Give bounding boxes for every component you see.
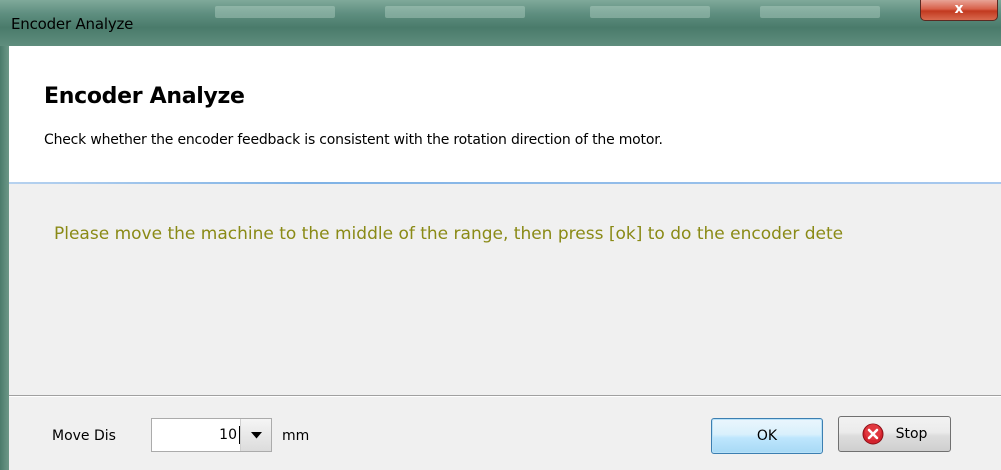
window-title: Encoder Analyze bbox=[11, 15, 134, 33]
header-panel: Encoder Analyze Check whether the encode… bbox=[9, 46, 1001, 182]
chevron-down-icon bbox=[250, 431, 262, 438]
unit-label: mm bbox=[282, 428, 310, 444]
page-title: Encoder Analyze bbox=[44, 84, 245, 109]
move-dis-combobox[interactable]: 10 bbox=[151, 418, 272, 452]
header-separator bbox=[9, 182, 1001, 184]
window-frame-left bbox=[0, 46, 9, 470]
ok-button[interactable]: OK bbox=[711, 418, 823, 454]
stop-button-label: Stop bbox=[895, 426, 928, 442]
close-button[interactable]: x bbox=[920, 0, 998, 21]
move-dis-value[interactable]: 10 bbox=[219, 427, 237, 443]
instruction-message: Please move the machine to the middle of… bbox=[54, 224, 844, 244]
move-dis-label: Move Dis bbox=[52, 428, 116, 444]
ok-button-label: OK bbox=[756, 428, 778, 444]
title-bar: Encoder Analyze x bbox=[0, 0, 1001, 46]
footer-divider-highlight bbox=[9, 396, 1001, 397]
title-bar-decoration bbox=[385, 6, 525, 18]
stop-button[interactable]: Stop bbox=[838, 416, 951, 452]
dropdown-button[interactable] bbox=[240, 419, 271, 451]
title-bar-decoration bbox=[760, 6, 880, 18]
title-bar-decoration bbox=[590, 6, 710, 18]
title-bar-decoration bbox=[215, 6, 335, 18]
stop-icon bbox=[862, 423, 884, 445]
page-description: Check whether the encoder feedback is co… bbox=[44, 132, 663, 148]
